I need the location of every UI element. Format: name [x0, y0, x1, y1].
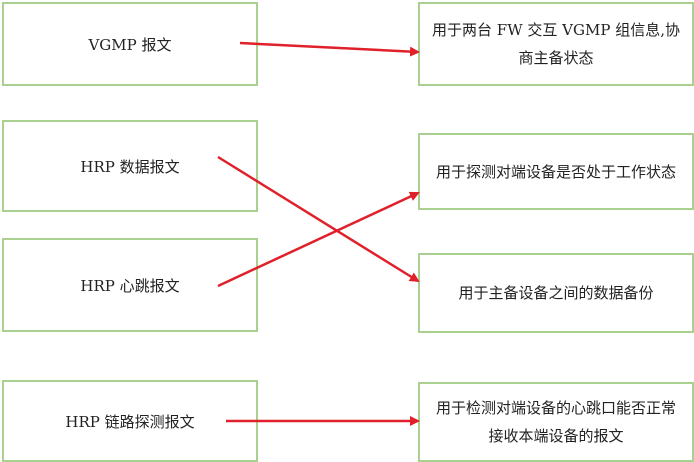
box-desc-vgmp: 用于两台 FW 交互 VGMP 组信息,协商主备状态 [418, 2, 694, 86]
box-vgmp: VGMP 报文 [2, 2, 258, 86]
box-label: 用于探测对端设备是否处于工作状态 [435, 162, 676, 181]
box-label: 用于两台 FW 交互 VGMP 组信息,协商主备状态 [432, 21, 680, 67]
box-hrp-data: HRP 数据报文 [2, 120, 258, 212]
box-label: 用于主备设备之间的数据备份 [458, 284, 654, 302]
arrow-vgmp [239, 41, 420, 57]
box-label: HRP 链路探测报文 [65, 412, 195, 431]
box-label: HRP 数据报文 [80, 157, 180, 176]
box-hrp-heartbeat: HRP 心跳报文 [2, 238, 258, 332]
box-label: VGMP 报文 [88, 35, 172, 54]
box-label: 用于检测对端设备的心跳口能否正常接收本端设备的报文 [435, 399, 676, 445]
box-desc-heartbeat: 用于探测对端设备是否处于工作状态 [418, 133, 694, 210]
box-hrp-link-probe: HRP 链路探测报文 [2, 380, 258, 462]
box-desc-data: 用于主备设备之间的数据备份 [418, 253, 694, 333]
box-label: HRP 心跳报文 [80, 276, 180, 295]
box-desc-link-probe: 用于检测对端设备的心跳口能否正常接收本端设备的报文 [418, 382, 694, 462]
